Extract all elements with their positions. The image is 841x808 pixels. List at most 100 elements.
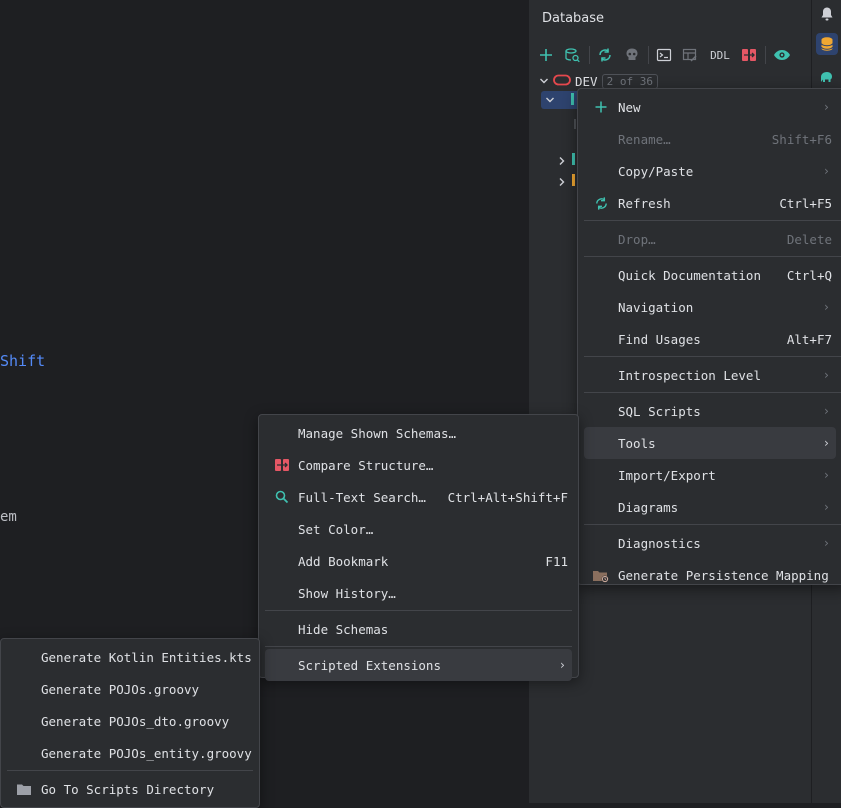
persistence-folder-icon bbox=[592, 566, 610, 584]
menu-item-hide-schemas[interactable]: Hide Schemas bbox=[265, 613, 572, 645]
menu-item-shortcut: Ctrl+F5 bbox=[779, 195, 832, 211]
menu-item-scripted-extensions[interactable]: Scripted Extensions › bbox=[265, 649, 572, 681]
menu-item-generate-pojos[interactable]: Generate POJOs.groovy bbox=[7, 673, 253, 705]
schema-icon bbox=[571, 93, 574, 105]
menu-separator bbox=[584, 256, 841, 257]
menu-item-label: Drop… bbox=[618, 231, 656, 247]
database-panel-title: Database bbox=[542, 11, 605, 26]
menu-item-shortcut: Alt+F7 bbox=[786, 331, 832, 347]
menu-item-label: Introspection Level bbox=[618, 367, 761, 383]
menu-item-label: Show History… bbox=[298, 585, 396, 601]
menu-item-label: Copy/Paste bbox=[618, 163, 694, 179]
menu-item-label: Diagnostics bbox=[618, 535, 701, 551]
disconnect-skull-icon[interactable] bbox=[621, 44, 643, 66]
menu-item-generate-persistence-mapping[interactable]: Generate Persistence Mapping bbox=[584, 559, 836, 591]
menu-item-label: Generate Persistence Mapping bbox=[618, 567, 829, 583]
menu-separator bbox=[7, 770, 253, 771]
submenu-arrow-icon: › bbox=[822, 468, 830, 482]
notifications-bell-icon[interactable] bbox=[816, 3, 838, 25]
submenu-arrow-icon: › bbox=[822, 100, 830, 114]
menu-item-shortcut: F11 bbox=[545, 553, 568, 569]
menu-item-add-bookmark[interactable]: Add Bookmark F11 bbox=[265, 545, 572, 577]
menu-item-tools[interactable]: Tools › bbox=[584, 427, 836, 459]
menu-item-label: Hide Schemas bbox=[298, 621, 389, 637]
menu-separator bbox=[584, 524, 841, 525]
menu-item-label: Generate POJOs.groovy bbox=[41, 681, 200, 697]
folder-icon bbox=[15, 780, 33, 798]
database-tool-icon[interactable] bbox=[816, 33, 838, 55]
data-source-properties-icon[interactable] bbox=[561, 44, 583, 66]
menu-item-find-usages[interactable]: Find Usages Alt+F7 bbox=[584, 323, 836, 355]
scripted-extensions-submenu: Generate Kotlin Entities.kts Generate PO… bbox=[0, 638, 260, 808]
compare-icon[interactable] bbox=[738, 44, 760, 66]
menu-item-generate-pojos-dto[interactable]: Generate POJOs_dto.groovy bbox=[7, 705, 253, 737]
menu-item-introspection-level[interactable]: Introspection Level › bbox=[584, 359, 836, 391]
menu-item-copy-paste[interactable]: Copy/Paste › bbox=[584, 155, 836, 187]
menu-item-label: Full-Text Search… bbox=[298, 489, 426, 505]
menu-item-shortcut: Shift+F6 bbox=[771, 131, 832, 147]
menu-item-go-to-scripts-directory[interactable]: Go To Scripts Directory bbox=[7, 773, 253, 805]
submenu-arrow-icon: › bbox=[822, 536, 830, 550]
menu-item-quick-documentation[interactable]: Quick Documentation Ctrl+Q bbox=[584, 259, 836, 291]
submenu-arrow-icon: › bbox=[822, 164, 830, 178]
menu-item-label: Tools bbox=[618, 435, 656, 451]
chevron-right-icon[interactable] bbox=[557, 154, 567, 169]
menu-item-shortcut: Delete bbox=[786, 231, 832, 247]
schema-count-badge: 2 of 36 bbox=[601, 73, 658, 89]
menu-item-label: Manage Shown Schemas… bbox=[298, 425, 457, 441]
menu-item-navigation[interactable]: Navigation › bbox=[584, 291, 836, 323]
table-editor-icon[interactable] bbox=[679, 44, 701, 66]
submenu-arrow-icon: › bbox=[822, 300, 830, 314]
chevron-down-icon[interactable] bbox=[539, 74, 549, 89]
console-icon[interactable] bbox=[653, 44, 675, 66]
menu-item-sql-scripts[interactable]: SQL Scripts › bbox=[584, 395, 836, 427]
menu-item-import-export[interactable]: Import/Export › bbox=[584, 459, 836, 491]
submenu-arrow-icon: › bbox=[822, 368, 830, 382]
oracle-icon bbox=[553, 74, 571, 89]
submenu-arrow-icon: › bbox=[822, 436, 830, 450]
menu-item-manage-shown-schemas[interactable]: Manage Shown Schemas… bbox=[265, 417, 572, 449]
compare-icon bbox=[273, 456, 291, 474]
database-toolbar: DDL bbox=[529, 40, 812, 70]
menu-item-label: Generate POJOs_entity.groovy bbox=[41, 745, 252, 761]
menu-item-new[interactable]: New › bbox=[584, 91, 836, 123]
add-icon[interactable] bbox=[535, 44, 557, 66]
folder-icon bbox=[572, 174, 575, 186]
ddl-button[interactable]: DDL bbox=[707, 44, 733, 66]
menu-separator bbox=[584, 392, 841, 393]
chevron-right-icon[interactable] bbox=[557, 175, 567, 190]
editor-text-fragment: em bbox=[0, 509, 17, 525]
menu-item-generate-pojos-entity[interactable]: Generate POJOs_entity.groovy bbox=[7, 737, 253, 769]
menu-item-label: Scripted Extensions bbox=[298, 657, 441, 673]
schema-icon bbox=[572, 153, 575, 165]
menu-item-label: Generate Kotlin Entities.kts bbox=[41, 649, 252, 665]
menu-item-diagnostics[interactable]: Diagnostics › bbox=[584, 527, 836, 559]
datasource-label: DEV bbox=[575, 73, 598, 89]
menu-item-diagrams[interactable]: Diagrams › bbox=[584, 491, 836, 523]
submenu-arrow-icon: › bbox=[822, 404, 830, 418]
menu-item-rename[interactable]: Rename… Shift+F6 bbox=[584, 123, 836, 155]
menu-item-generate-kotlin-entities[interactable]: Generate Kotlin Entities.kts bbox=[7, 641, 253, 673]
refresh-icon[interactable] bbox=[594, 44, 616, 66]
menu-item-label: Diagrams bbox=[618, 499, 679, 515]
gradle-elephant-icon[interactable] bbox=[816, 66, 838, 88]
menu-item-show-history[interactable]: Show History… bbox=[265, 577, 572, 609]
menu-item-label: Find Usages bbox=[618, 331, 701, 347]
menu-item-label: Generate POJOs_dto.groovy bbox=[41, 713, 230, 729]
menu-item-label: Import/Export bbox=[618, 467, 716, 483]
menu-item-label: SQL Scripts bbox=[618, 403, 701, 419]
menu-item-label: Quick Documentation bbox=[618, 267, 761, 283]
menu-item-refresh[interactable]: Refresh Ctrl+F5 bbox=[584, 187, 836, 219]
menu-item-label: Go To Scripts Directory bbox=[41, 781, 215, 797]
menu-item-shortcut: Ctrl+Q bbox=[786, 267, 832, 283]
menu-separator bbox=[584, 220, 841, 221]
selected-tree-row[interactable] bbox=[541, 91, 581, 109]
menu-item-label: New bbox=[618, 99, 641, 115]
menu-item-set-color[interactable]: Set Color… bbox=[265, 513, 572, 545]
menu-item-compare-structure[interactable]: Compare Structure… bbox=[265, 449, 572, 481]
menu-item-label: Navigation bbox=[618, 299, 694, 315]
menu-separator bbox=[265, 610, 572, 611]
menu-item-full-text-search[interactable]: Full-Text Search… Ctrl+Alt+Shift+F bbox=[265, 481, 572, 513]
menu-item-drop[interactable]: Drop… Delete bbox=[584, 223, 836, 255]
view-options-eye-icon[interactable] bbox=[771, 44, 793, 66]
